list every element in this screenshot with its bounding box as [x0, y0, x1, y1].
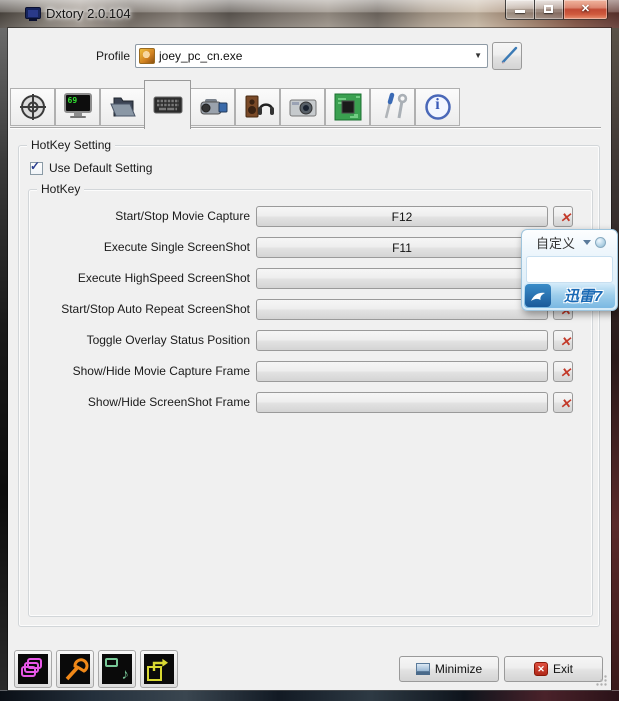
tab-folder[interactable] — [100, 88, 145, 126]
hotkey-setting-group-label: HotKey Setting — [27, 138, 116, 152]
minimize-window-button[interactable] — [505, 0, 535, 20]
stacked-frames-icon — [18, 654, 48, 684]
window-border-right — [611, 28, 619, 690]
app-icon — [25, 7, 41, 22]
checkmark-icon: ✓ — [30, 159, 41, 173]
hotkey-assign-button[interactable] — [256, 361, 548, 382]
camera-icon — [289, 99, 316, 117]
hotkey-row-label: Execute HighSpeed ScreenShot — [77, 271, 250, 285]
profile-value: joey_pc_cn.exe — [159, 49, 243, 63]
fps-value: 69 — [67, 96, 78, 105]
chevron-down-icon[interactable] — [583, 240, 592, 245]
maximize-window-button[interactable] — [535, 0, 563, 20]
xunlei-drop-area[interactable] — [526, 256, 613, 283]
client-area: Profile joey_pc_cn.exe ▼ 69 i HotKey Set… — [7, 27, 612, 691]
tab-advanced-tools[interactable] — [370, 88, 415, 126]
hotkey-clear-button[interactable]: ✕ — [553, 361, 573, 382]
movie-frames-button[interactable] — [14, 650, 52, 688]
fps-monitor-icon: 69 — [63, 93, 93, 121]
edit-profile-button[interactable] — [492, 42, 522, 70]
xunlei-custom-menu[interactable]: 自定义 — [536, 233, 575, 252]
hotkey-row-label: Start/Stop Auto Repeat ScreenShot — [61, 302, 250, 316]
hotkey-assign-button[interactable]: F11 — [256, 237, 548, 258]
hotkey-assign-button[interactable] — [256, 392, 548, 413]
overlay-export-button[interactable] — [140, 650, 178, 688]
exit-button[interactable]: ✕ Exit — [504, 656, 603, 682]
globe-icon[interactable] — [595, 237, 607, 248]
red-x-icon: ✕ — [560, 365, 571, 380]
close-window-button[interactable]: ✕ — [563, 0, 608, 20]
hotkey-row-label: Execute Single ScreenShot — [103, 240, 250, 254]
tab-info[interactable]: i — [415, 88, 460, 126]
xunlei-brand-bar[interactable]: 迅雷7 — [524, 283, 615, 308]
hotkey-clear-button[interactable]: ✕ — [553, 392, 573, 413]
keyboard-icon — [153, 96, 182, 114]
xunlei-popup-header: 自定义 — [522, 230, 617, 255]
minimize-icon — [515, 10, 525, 13]
chip-icon — [334, 93, 361, 121]
hotkey-assign-button[interactable]: F12 — [256, 206, 548, 227]
camcorder-icon — [200, 99, 227, 115]
dxtory-window: Dxtory 2.0.104 ✕ Profile joey_pc_cn.exe … — [0, 0, 619, 701]
minimize-button-label: Minimize — [434, 662, 483, 676]
video-audio-icon: ♪ — [102, 654, 132, 684]
close-icon: ✕ — [580, 3, 591, 15]
hotkey-row-label: Start/Stop Movie Capture — [115, 209, 250, 223]
use-default-setting-checkbox[interactable]: ✓ — [30, 159, 43, 175]
resize-grip[interactable] — [595, 674, 608, 687]
hotkey-row-label: Toggle Overlay Status Position — [86, 333, 250, 347]
hotkey-row-label: Show/Hide Movie Capture Frame — [72, 364, 250, 378]
speaker-headphones-icon — [245, 95, 274, 118]
hotkey-group-label: HotKey — [37, 182, 85, 196]
settings-wrench-button[interactable] — [56, 650, 94, 688]
minimize-button[interactable]: Minimize — [399, 656, 499, 682]
tab-keyboard-hotkeys[interactable] — [144, 80, 191, 129]
tab-audio[interactable] — [235, 88, 280, 126]
hotkey-assign-button[interactable] — [256, 268, 548, 289]
red-x-icon: ✕ — [560, 210, 571, 225]
tab-codec[interactable] — [325, 88, 370, 126]
hotkey-clear-button[interactable]: ✕ — [553, 330, 573, 351]
tab-target[interactable] — [10, 88, 55, 126]
tab-fps-monitor[interactable]: 69 — [55, 88, 100, 126]
exit-icon: ✕ — [533, 662, 548, 676]
wrench-icon — [60, 654, 90, 684]
tools-icon — [384, 92, 407, 119]
exit-button-label: Exit — [552, 662, 573, 676]
maximize-icon — [544, 5, 553, 13]
red-x-icon: ✕ — [560, 396, 571, 411]
chevron-down-icon: ▼ — [474, 51, 482, 60]
folder-icon — [109, 97, 136, 117]
crosshair-icon — [19, 94, 46, 120]
music-note-icon: ♪ — [121, 666, 130, 683]
media-preview-button[interactable]: ♪ — [98, 650, 136, 688]
profile-combobox[interactable]: joey_pc_cn.exe ▼ — [135, 44, 488, 68]
tab-separator — [10, 127, 601, 129]
hotkey-assign-button[interactable] — [256, 330, 548, 351]
tab-screenshot[interactable] — [280, 88, 325, 126]
info-icon: i — [424, 93, 452, 121]
hotkey-clear-button[interactable]: ✕ — [553, 206, 573, 227]
arrow-export-icon — [144, 654, 174, 684]
pencil-icon — [501, 46, 518, 64]
red-x-icon: ✕ — [560, 334, 571, 349]
xunlei-bird-logo — [525, 284, 551, 307]
use-default-setting-label: Use Default Setting — [49, 161, 153, 175]
tab-movie-capture[interactable] — [190, 88, 235, 126]
profile-label: Profile — [95, 49, 130, 63]
window-border-left — [0, 28, 8, 690]
hotkey-row-label: Show/Hide ScreenShot Frame — [87, 395, 250, 409]
hotkey-assign-button[interactable] — [256, 299, 548, 320]
window-border-bottom — [0, 690, 619, 701]
minimize-to-tray-icon — [415, 663, 430, 675]
xunlei-brand-label: 迅雷7 — [563, 288, 603, 305]
caption-buttons: ✕ — [505, 0, 608, 20]
profile-avatar-icon — [139, 48, 155, 64]
window-title: Dxtory 2.0.104 — [46, 6, 131, 21]
xunlei-popup: 自定义 迅雷7 — [521, 229, 618, 311]
